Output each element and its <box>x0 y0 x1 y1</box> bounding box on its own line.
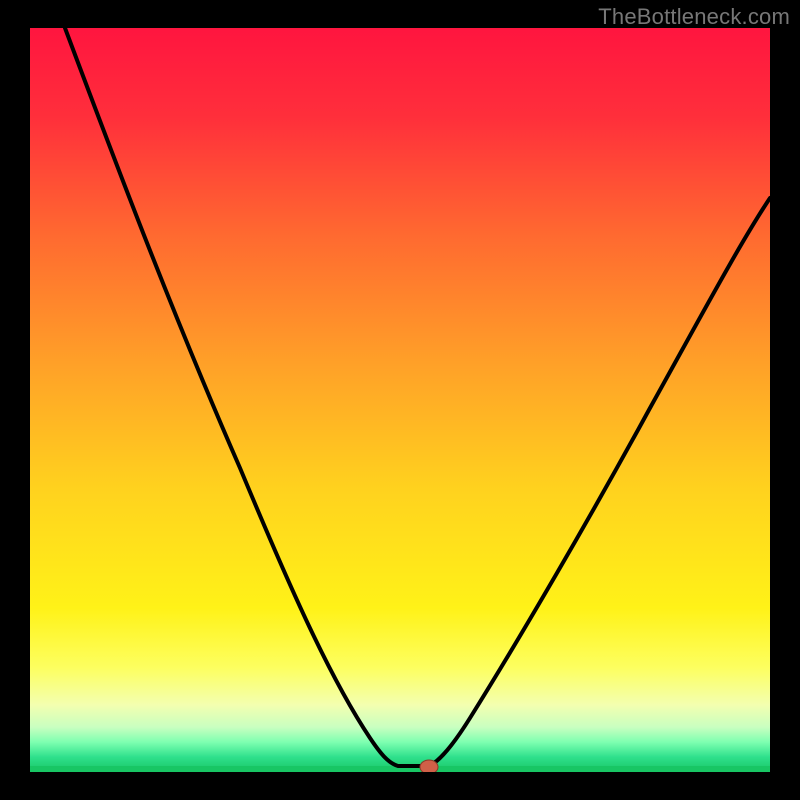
chart-frame: TheBottleneck.com <box>0 0 800 800</box>
watermark-text: TheBottleneck.com <box>598 4 790 30</box>
bottleneck-chart <box>30 28 770 772</box>
plot-background <box>30 28 770 772</box>
optimum-marker <box>420 760 438 772</box>
